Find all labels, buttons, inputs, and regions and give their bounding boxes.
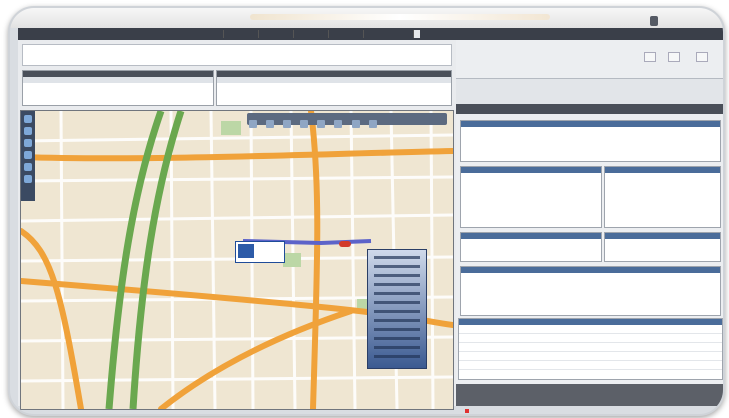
street-map[interactable] [20,110,454,410]
tool-zoom-icon[interactable] [266,120,275,128]
tab-4[interactable] [328,30,335,38]
form-panel-3 [604,166,721,228]
measure-icon[interactable] [24,163,32,171]
left-tab-bar [18,28,456,40]
map-workspace [18,28,456,410]
details-tabs [456,78,723,107]
list-columns [23,77,213,83]
tool-hand-icon[interactable] [283,120,292,128]
details-header [456,28,723,40]
print-icon[interactable] [24,175,32,183]
table-row[interactable] [459,361,722,370]
form-panel-6 [460,266,721,316]
list-panel-right [216,70,452,106]
action-button-2[interactable] [668,52,680,62]
form-panel-5 [604,232,721,262]
top-right-button[interactable] [650,16,658,26]
tab-1[interactable] [223,30,230,38]
status-bar [456,384,723,406]
action-button-1[interactable] [644,52,656,62]
details-pane [456,28,723,406]
tool-route-icon[interactable] [300,120,309,128]
tab-2[interactable] [258,30,265,38]
tool-info-icon[interactable] [317,120,326,128]
table-row[interactable] [459,334,722,343]
title-area [250,14,550,20]
vehicle-info-panel [367,249,427,369]
vehicle-icon[interactable] [339,241,351,247]
form-panel-2 [460,166,602,228]
table-row[interactable] [459,343,722,352]
red-indicator [465,409,469,413]
zoom-in-icon[interactable] [24,115,32,123]
list-columns-2 [217,77,451,83]
app-window [8,6,725,416]
tool-select-icon[interactable] [249,120,257,128]
action-button-3[interactable] [696,52,708,62]
table-row[interactable] [459,352,722,361]
layers-icon[interactable] [24,151,32,159]
search-bar[interactable] [22,44,452,66]
tab-3[interactable] [293,30,300,38]
table-row[interactable] [459,325,722,334]
zoom-out-icon[interactable] [24,127,32,135]
tab-5[interactable] [363,30,370,38]
map-toolbar [247,113,447,128]
tool-search-icon[interactable] [334,120,343,128]
tab-active[interactable] [413,30,420,38]
pan-icon[interactable] [24,139,32,147]
tool-refresh-icon[interactable] [351,120,360,128]
list-panel-left [22,70,214,106]
form-panel-4 [460,232,602,262]
results-table [458,318,723,380]
form-panel-1 [460,120,721,162]
window-top-bar [10,8,723,28]
location-marker[interactable] [235,241,285,263]
tool-settings-icon[interactable] [368,120,377,128]
map-side-toolbar [21,111,35,201]
details-tab-bar [456,104,723,114]
